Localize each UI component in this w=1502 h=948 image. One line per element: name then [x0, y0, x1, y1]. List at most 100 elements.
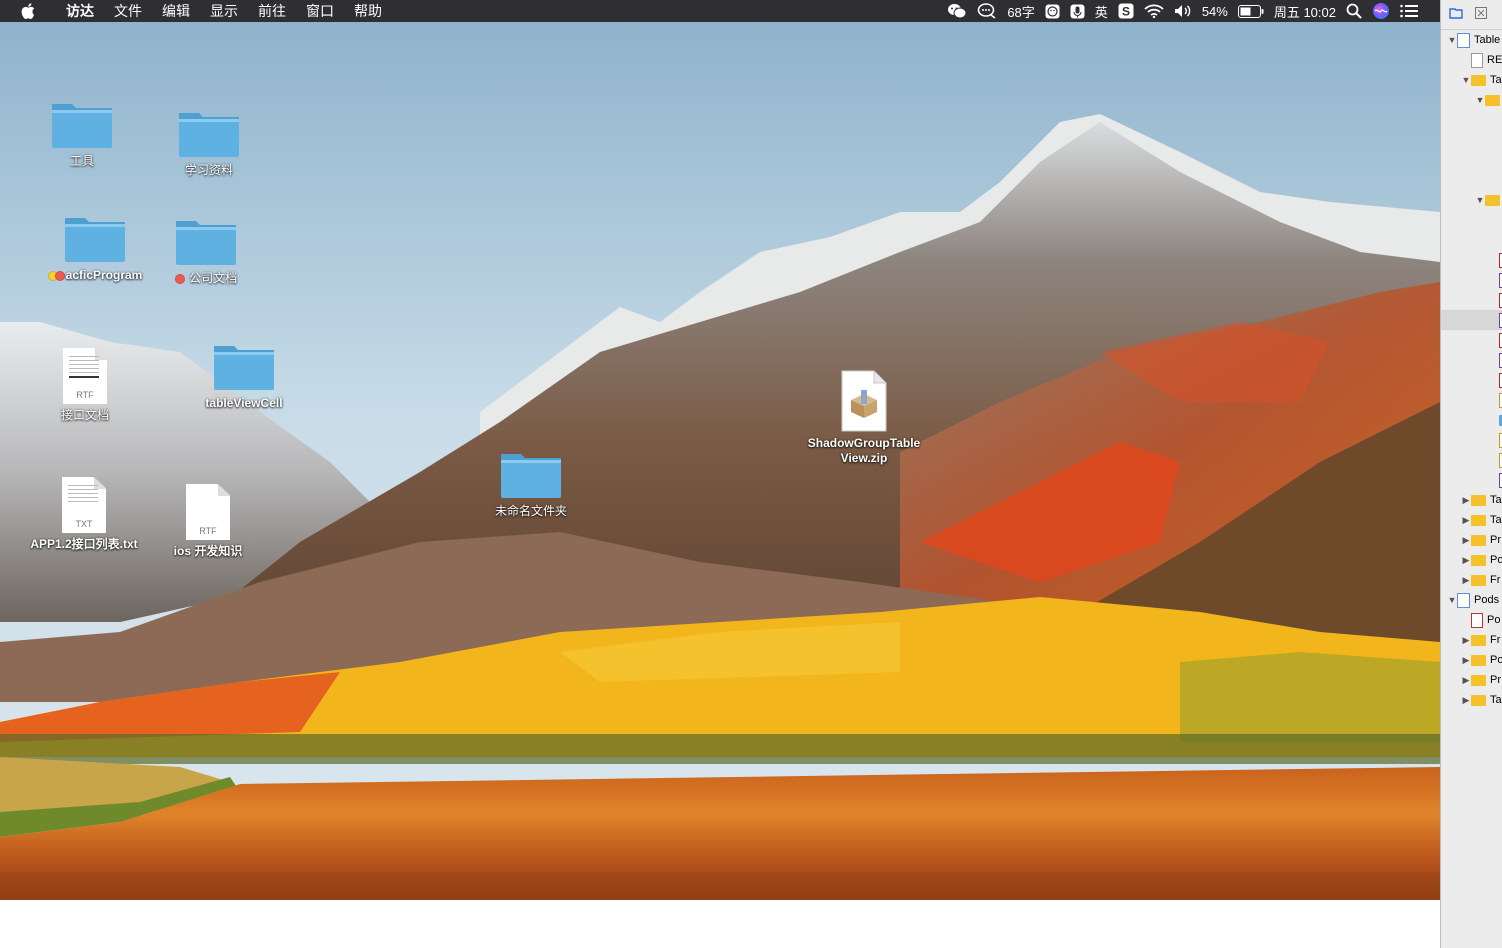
folder-icon — [1471, 494, 1486, 506]
smiley-icon[interactable] — [1045, 0, 1060, 22]
text-lines — [68, 485, 98, 505]
disclosure-open-icon[interactable]: ▼ — [1475, 195, 1485, 205]
disclosure-open-icon[interactable]: ▼ — [1475, 95, 1485, 105]
folder-icon — [179, 113, 239, 157]
input-method-indicator[interactable]: 英 — [1095, 2, 1108, 21]
navigator-row[interactable]: RE — [1441, 50, 1502, 70]
navigator-row[interactable]: ▶ Po — [1441, 550, 1502, 570]
menu-window[interactable]: 窗口 — [296, 0, 344, 22]
navigator-row[interactable]: m — [1441, 270, 1502, 290]
zip-archive-icon — [841, 370, 887, 432]
disclosure-closed-icon[interactable]: ▶ — [1461, 515, 1471, 526]
navigator-row[interactable]: ▶ Ta — [1441, 510, 1502, 530]
desktop-item-label-wrap: 公司文档 — [174, 271, 237, 286]
battery-percent[interactable]: 54% — [1202, 4, 1228, 19]
desktop-doc-app-api-list[interactable]: TXT APP1.2接口列表.txt — [19, 477, 149, 552]
folder-navigator-icon[interactable] — [1449, 7, 1463, 22]
word-count[interactable]: 68字 — [1007, 2, 1034, 21]
tag-dots — [47, 270, 65, 281]
disclosure-closed-icon[interactable]: ▶ — [1461, 495, 1471, 506]
menu-file[interactable]: 文件 — [104, 0, 152, 22]
sogou-icon[interactable]: S — [1118, 0, 1134, 22]
folder-icon — [1471, 574, 1486, 586]
desktop-folder-tableviewcell[interactable]: tableViewCell — [179, 340, 309, 411]
disclosure-closed-icon[interactable]: ▶ — [1461, 655, 1471, 666]
volume-icon[interactable] — [1174, 0, 1192, 22]
disclosure-closed-icon[interactable]: ▶ — [1461, 675, 1471, 686]
menu-view[interactable]: 显示 — [200, 0, 248, 22]
navigator-row[interactable]: ▶ Fr — [1441, 570, 1502, 590]
folder-icon — [65, 218, 125, 262]
desktop-folder-untitled[interactable]: 未命名文件夹 — [466, 448, 596, 519]
desktop-item-label: tableViewCell — [205, 396, 283, 410]
navigator-toolbar — [1441, 0, 1502, 30]
desktop-doc-ios-knowledge[interactable]: RTF ios 开发知识 — [143, 484, 273, 559]
navigator-row[interactable]: h — [1441, 290, 1502, 310]
project-navigator: ▼TableRE▼Ta▼▼hmhmhmhm▶Ta▶Ta▶Pr▶Po▶Fr▼Pod… — [1440, 0, 1502, 948]
navigator-row[interactable]: h — [1441, 250, 1502, 270]
navigator-row[interactable]: ▶ Pr — [1441, 530, 1502, 550]
disclosure-open-icon[interactable]: ▼ — [1447, 595, 1457, 605]
navigator-row[interactable]: m — [1441, 310, 1502, 330]
disclosure-closed-icon[interactable]: ▶ — [1461, 555, 1471, 566]
disclosure-open-icon[interactable]: ▼ — [1461, 75, 1471, 85]
close-square-icon[interactable] — [1475, 7, 1487, 22]
microphone-icon[interactable] — [1070, 0, 1085, 22]
navigator-row[interactable]: ▼ Ta — [1441, 70, 1502, 90]
notification-center-icon[interactable] — [1400, 0, 1418, 22]
navigator-row[interactable]: ▼ — [1441, 90, 1502, 110]
navigator-row[interactable]: h — [1441, 370, 1502, 390]
wifi-icon[interactable] — [1144, 0, 1164, 22]
navigator-row-label: Po — [1490, 654, 1502, 666]
wechat-icon[interactable] — [947, 0, 967, 22]
disclosure-closed-icon[interactable]: ▶ — [1461, 635, 1471, 646]
desktop-folder-study[interactable]: 学习资料 — [144, 107, 274, 178]
desktop[interactable]: 工具 学习资料 acficProgram 公司文档 RTF 接口文档 table… — [0, 22, 1440, 900]
navigator-row[interactable]: ▶ Ta — [1441, 490, 1502, 510]
desktop-archive-shadowgroup[interactable]: ShadowGroupTableView.zip — [799, 370, 929, 466]
text-lines — [69, 356, 99, 381]
desktop-folder-company-docs[interactable]: 公司文档 — [141, 215, 271, 286]
navigator-row[interactable] — [1441, 430, 1502, 450]
navigator-row[interactable]: m — [1441, 470, 1502, 490]
navigator-row-label: Po — [1490, 554, 1502, 566]
desktop-folder-tools[interactable]: 工具 — [17, 98, 147, 169]
desktop-item-label: 接口文档 — [60, 408, 109, 422]
disclosure-open-icon[interactable]: ▼ — [1447, 35, 1457, 45]
navigator-row[interactable] — [1441, 390, 1502, 410]
disclosure-closed-icon[interactable]: ▶ — [1461, 575, 1471, 586]
spotlight-search-icon[interactable] — [1346, 0, 1362, 22]
clock[interactable]: 周五 10:02 — [1274, 2, 1336, 21]
siri-icon[interactable] — [1372, 0, 1390, 22]
folder-icon — [1471, 634, 1486, 646]
apple-menu-icon[interactable] — [0, 0, 56, 22]
navigator-row[interactable] — [1441, 410, 1502, 430]
navigator-row[interactable]: ▼ — [1441, 190, 1502, 210]
menu-help[interactable]: 帮助 — [344, 0, 392, 22]
battery-icon[interactable] — [1237, 0, 1264, 22]
navigator-row-label: Ta — [1490, 514, 1502, 526]
menu-finder[interactable]: 访达 — [56, 0, 104, 22]
menu-go[interactable]: 前往 — [248, 0, 296, 22]
desktop-doc-api[interactable]: RTF 接口文档 — [20, 348, 150, 423]
folder-icon — [1471, 74, 1486, 86]
navigator-row[interactable]: ▶ Fr — [1441, 630, 1502, 650]
navigator-row[interactable]: ▶ Ta — [1441, 690, 1502, 710]
status-area: 68字 英 S 54% 周五 10:02 — [947, 0, 1418, 22]
navigator-row[interactable]: Po — [1441, 610, 1502, 630]
folder-icon — [1471, 654, 1486, 666]
disclosure-closed-icon[interactable]: ▶ — [1461, 535, 1471, 546]
navigator-row[interactable]: ▶ Pr — [1441, 670, 1502, 690]
navigator-row[interactable] — [1441, 450, 1502, 470]
folder-icon — [176, 221, 236, 265]
navigator-row[interactable]: ▼ Table — [1441, 30, 1502, 50]
navigator-row[interactable]: m — [1441, 350, 1502, 370]
menu-edit[interactable]: 编辑 — [152, 0, 200, 22]
navigator-row[interactable]: ▼ Pods — [1441, 590, 1502, 610]
disclosure-closed-icon[interactable]: ▶ — [1461, 695, 1471, 706]
navigator-row[interactable]: h — [1441, 330, 1502, 350]
desktop-item-label: APP1.2接口列表.txt — [30, 537, 138, 551]
navigator-row[interactable]: ▶ Po — [1441, 650, 1502, 670]
chat-refresh-icon[interactable] — [977, 0, 997, 22]
navigator-row-label: Ta — [1490, 74, 1502, 86]
